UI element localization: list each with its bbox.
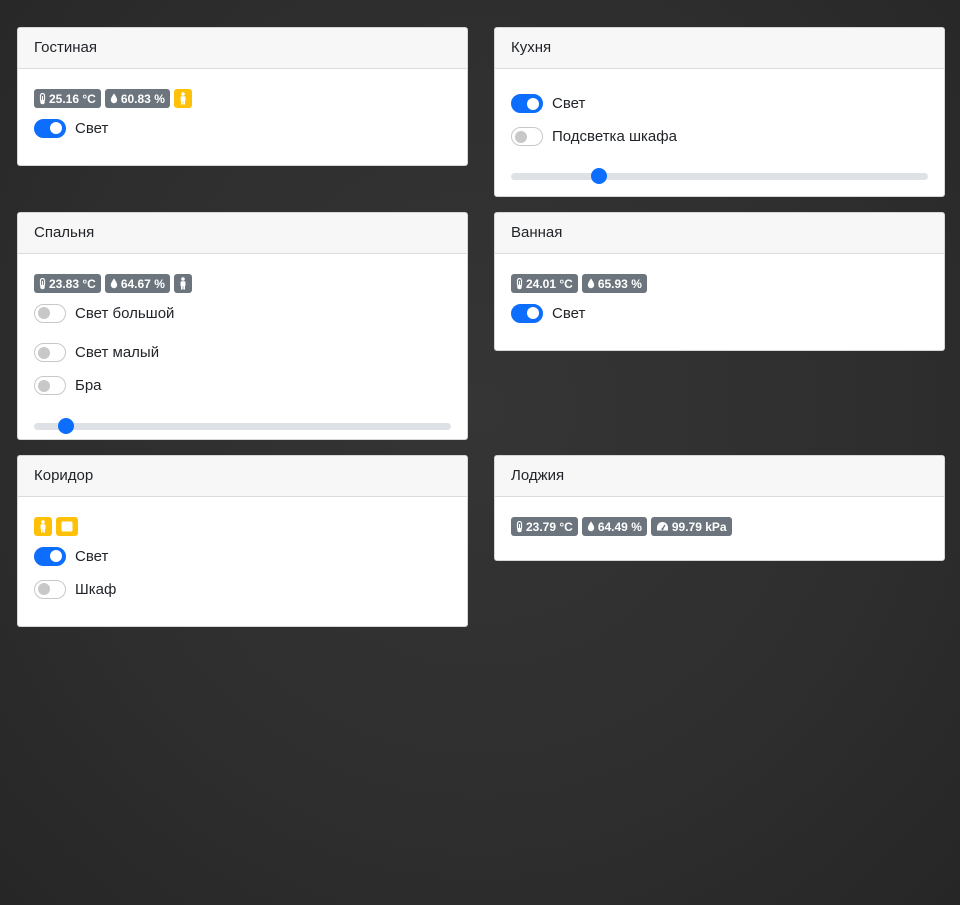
switch-label: Подсветка шкафа — [552, 128, 677, 145]
switch-row-wardrobe[interactable]: Шкаф — [34, 579, 451, 599]
door-badge — [56, 517, 78, 536]
switch-label: Бра — [75, 377, 102, 394]
slider-thumb[interactable] — [58, 418, 75, 434]
big-light-toggle[interactable] — [34, 303, 66, 323]
droplet-icon — [587, 521, 595, 532]
thermometer-icon — [39, 277, 46, 290]
switch-label: Свет большой — [75, 304, 175, 322]
dimmer-slider[interactable] — [511, 168, 928, 184]
slider-track[interactable] — [511, 173, 928, 180]
dimmer-slider[interactable] — [34, 418, 451, 434]
person-icon — [178, 92, 188, 105]
small-light-toggle[interactable] — [34, 343, 66, 362]
switch-row-small-light[interactable]: Свет малый — [34, 336, 451, 369]
light-toggle[interactable] — [34, 118, 66, 138]
pressure-value: 99.79 kPa — [671, 519, 727, 534]
room-card-loggia: Лоджия 23.79 °C 64.49 % 99.79 kPa — [494, 455, 945, 561]
square-icon — [61, 521, 73, 532]
room-title: Лоджия — [495, 456, 944, 497]
temperature-badge: 25.16 °C — [34, 89, 101, 108]
switch-row-sconce[interactable]: Бра — [34, 369, 451, 402]
switch-label: Шкаф — [75, 580, 117, 598]
sconce-toggle[interactable] — [34, 376, 66, 395]
humidity-value: 60.83 % — [120, 91, 165, 106]
thermometer-icon — [516, 277, 523, 290]
humidity-value: 65.93 % — [597, 276, 642, 291]
temperature-value: 25.16 °C — [49, 91, 96, 106]
light-toggle[interactable] — [34, 546, 66, 566]
switch-row-light[interactable]: Свет — [34, 118, 451, 138]
switch-row-light[interactable]: Свет — [511, 303, 928, 323]
humidity-badge: 64.67 % — [104, 274, 170, 293]
light-toggle[interactable] — [511, 94, 543, 113]
humidity-value: 64.49 % — [597, 519, 642, 534]
temperature-value: 23.79 °C — [526, 519, 573, 534]
cabinet-light-toggle[interactable] — [511, 127, 543, 146]
switch-row-light[interactable]: Свет — [511, 87, 928, 120]
light-toggle[interactable] — [511, 303, 543, 323]
room-title: Кухня — [495, 28, 944, 69]
room-card-kitchen: Кухня Свет Подсветка шкафа — [494, 27, 945, 197]
droplet-icon — [110, 93, 118, 104]
room-card-corridor: Коридор Свет Шкаф — [17, 455, 468, 627]
thermometer-icon — [516, 520, 523, 533]
room-title: Ванная — [495, 213, 944, 254]
switch-label: Свет малый — [75, 344, 160, 361]
droplet-icon — [587, 278, 595, 289]
pressure-badge: 99.79 kPa — [650, 517, 732, 536]
thermometer-icon — [39, 92, 46, 105]
motion-badge — [173, 274, 192, 293]
humidity-badge: 64.49 % — [581, 517, 647, 536]
switch-row-cabinet-light[interactable]: Подсветка шкафа — [511, 120, 928, 153]
person-icon — [38, 520, 48, 533]
speedometer-icon — [656, 521, 669, 532]
room-title: Гостиная — [18, 28, 467, 69]
temperature-badge: 24.01 °C — [511, 274, 578, 293]
switch-row-light[interactable]: Свет — [34, 546, 451, 566]
room-card-bedroom: Спальня 23.83 °C 64.67 % Свет большой Св… — [17, 212, 468, 440]
room-title: Коридор — [18, 456, 467, 497]
room-title: Спальня — [18, 213, 467, 254]
room-card-living: Гостиная 25.16 °C 60.83 % Свет — [17, 27, 468, 166]
droplet-icon — [110, 278, 118, 289]
humidity-badge: 60.83 % — [104, 89, 170, 108]
switch-row-big-light[interactable]: Свет большой — [34, 303, 451, 323]
humidity-value: 64.67 % — [120, 276, 165, 291]
switch-label: Свет — [75, 547, 109, 565]
motion-badge — [34, 517, 52, 536]
switch-label: Свет — [552, 95, 586, 112]
temperature-badge: 23.83 °C — [34, 274, 101, 293]
person-icon — [178, 277, 188, 290]
switch-label: Свет — [552, 304, 586, 322]
room-card-bathroom: Ванная 24.01 °C 65.93 % Свет — [494, 212, 945, 351]
switch-label: Свет — [75, 119, 109, 137]
slider-thumb[interactable] — [591, 168, 608, 184]
temperature-value: 23.83 °C — [49, 276, 96, 291]
wardrobe-toggle[interactable] — [34, 579, 66, 599]
humidity-badge: 65.93 % — [581, 274, 647, 293]
motion-badge — [173, 89, 192, 108]
slider-track[interactable] — [34, 423, 451, 430]
temperature-badge: 23.79 °C — [511, 517, 578, 536]
temperature-value: 24.01 °C — [526, 276, 573, 291]
